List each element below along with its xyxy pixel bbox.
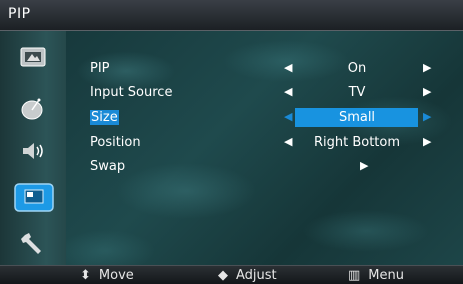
help-bar: ⬍ Move ◆ Adjust ▥ Menu [0,265,463,284]
move-hint: ⬍ Move [80,268,134,283]
title-bar: PIP [0,0,463,31]
menu-row-value: Right Bottom [313,135,401,150]
right-arrow-icon[interactable]: ▶ [360,159,368,172]
setup-icon[interactable] [13,181,55,213]
up-down-icon: ⬍ [80,268,91,283]
channel-icon[interactable] [17,95,49,123]
menu-row-input-source[interactable]: Input Source ◀ TV ▶ [66,83,463,103]
menu-row-label: Swap [90,159,126,174]
left-right-icon: ◆ [218,268,228,283]
right-arrow-icon[interactable]: ▶ [423,135,431,148]
menu-row-value: On [347,61,367,76]
menu-row-value: TV [348,85,366,100]
right-arrow-icon[interactable]: ▶ [423,85,431,98]
menu-row-label: Input Source [90,85,173,100]
menu-row-value: Small [338,110,376,125]
right-arrow-icon[interactable]: ▶ [423,61,431,74]
adjust-hint: ◆ Adjust [218,268,277,283]
menu-row-size[interactable]: Size ◀ Small ▶ [66,108,463,128]
menu-button-icon: ▥ [348,268,361,283]
left-arrow-icon[interactable]: ◀ [284,135,292,148]
menu-hint-label: Menu [368,268,404,283]
osd-screen: PIP PIP ◀ On ▶ Input Source ◀ TV ▶ Size … [0,0,463,284]
menu-row-label: Size [90,110,119,125]
support-icon[interactable] [17,229,49,257]
adjust-hint-label: Adjust [236,268,277,283]
picture-icon[interactable] [17,43,49,71]
menu-row-label: PIP [90,61,110,76]
menu-row-pip[interactable]: PIP ◀ On ▶ [66,59,463,79]
menu-row-label: Position [90,135,141,150]
move-hint-label: Move [98,268,134,283]
left-arrow-icon[interactable]: ◀ [284,110,292,123]
category-sidebar [0,31,66,265]
pip-menu-panel: PIP ◀ On ▶ Input Source ◀ TV ▶ Size ◀ Sm… [66,31,463,265]
left-arrow-icon[interactable]: ◀ [284,61,292,74]
menu-hint: ▥ Menu [348,268,404,283]
menu-row-swap[interactable]: Swap ▶ [66,157,463,177]
menu-row-position[interactable]: Position ◀ Right Bottom ▶ [66,133,463,153]
sound-icon[interactable] [17,137,49,165]
left-arrow-icon[interactable]: ◀ [284,85,292,98]
right-arrow-icon[interactable]: ▶ [423,110,431,123]
page-title: PIP [8,6,31,22]
